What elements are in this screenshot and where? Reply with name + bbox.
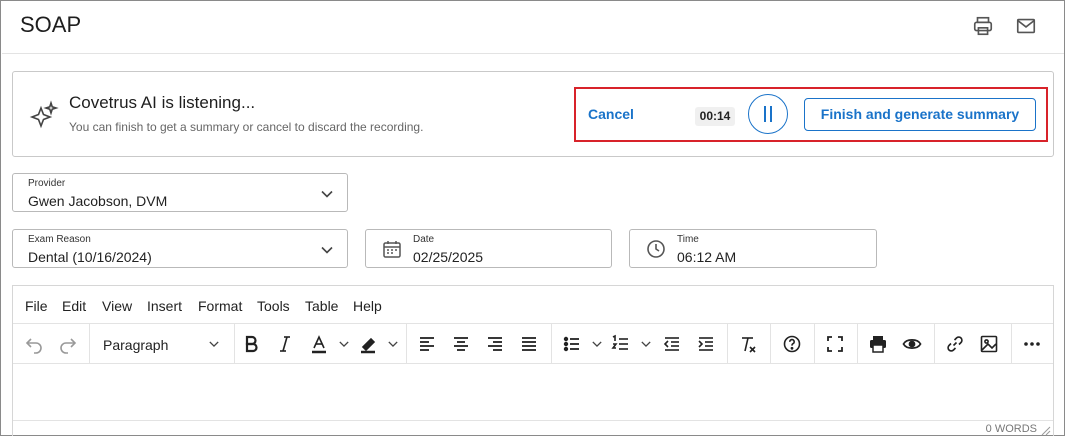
menu-edit[interactable]: Edit bbox=[62, 298, 86, 314]
preview-icon[interactable] bbox=[900, 332, 924, 356]
italic-icon[interactable] bbox=[273, 332, 297, 356]
resize-handle-icon[interactable] bbox=[1041, 426, 1051, 436]
time-value: 06:12 AM bbox=[677, 249, 737, 265]
provider-value: Gwen Jacobson, DVM bbox=[28, 193, 168, 209]
numbered-list-icon[interactable] bbox=[609, 332, 633, 356]
recording-timer: 00:14 bbox=[695, 107, 735, 126]
page-title: SOAP bbox=[20, 12, 82, 37]
help-icon[interactable] bbox=[780, 332, 804, 356]
date-value: 02/25/2025 bbox=[413, 249, 484, 265]
clear-format-icon[interactable] bbox=[736, 332, 760, 356]
chevron-down-icon[interactable] bbox=[339, 339, 349, 349]
chevron-down-icon bbox=[321, 190, 333, 198]
finish-generate-summary-button[interactable]: Finish and generate summary bbox=[804, 98, 1036, 131]
header-bar: SOAP bbox=[2, 2, 1064, 54]
indent-icon[interactable] bbox=[694, 332, 718, 356]
undo-icon[interactable] bbox=[22, 332, 46, 356]
align-center-icon[interactable] bbox=[449, 332, 473, 356]
align-right-icon[interactable] bbox=[483, 332, 507, 356]
soap-window: SOAP Covetrus AI is listening... You can… bbox=[0, 0, 1065, 436]
image-icon[interactable] bbox=[977, 332, 1001, 356]
ai-listening-panel: Covetrus AI is listening... You can fini… bbox=[12, 71, 1054, 157]
provider-select[interactable]: Provider Gwen Jacobson, DVM bbox=[12, 173, 348, 212]
cancel-button[interactable]: Cancel bbox=[588, 106, 634, 122]
menu-tools[interactable]: Tools bbox=[257, 298, 290, 314]
exam-reason-label: Exam Reason bbox=[28, 234, 91, 245]
printer-icon[interactable] bbox=[971, 14, 995, 38]
link-icon[interactable] bbox=[943, 332, 967, 356]
chevron-down-icon[interactable] bbox=[388, 339, 398, 349]
pause-button[interactable] bbox=[748, 94, 788, 134]
ai-status-subtitle: You can finish to get a summary or cance… bbox=[69, 120, 424, 134]
text-color-icon[interactable] bbox=[307, 332, 331, 356]
chevron-down-icon bbox=[209, 341, 219, 348]
editor-content-area[interactable] bbox=[13, 365, 1053, 420]
date-field[interactable]: Date 02/25/2025 bbox=[365, 229, 612, 268]
more-icon[interactable] bbox=[1020, 332, 1044, 356]
outdent-icon[interactable] bbox=[660, 332, 684, 356]
clock-icon bbox=[647, 240, 665, 258]
editor-menubar: File Edit View Insert Format Tools Table… bbox=[13, 286, 1053, 324]
menu-view[interactable]: View bbox=[102, 298, 132, 314]
menu-help[interactable]: Help bbox=[353, 298, 382, 314]
menu-format[interactable]: Format bbox=[198, 298, 242, 314]
block-format-select[interactable]: Paragraph bbox=[93, 332, 223, 356]
word-count: 0 WORDS bbox=[985, 423, 1037, 435]
ai-status-title: Covetrus AI is listening... bbox=[69, 93, 256, 112]
redo-icon[interactable] bbox=[56, 332, 80, 356]
exam-reason-select[interactable]: Exam Reason Dental (10/16/2024) bbox=[12, 229, 348, 268]
editor-toolbar: Paragraph bbox=[13, 324, 1053, 364]
sparkle-icon bbox=[29, 100, 59, 129]
chevron-down-icon[interactable] bbox=[641, 339, 651, 349]
date-label: Date bbox=[413, 234, 435, 245]
align-left-icon[interactable] bbox=[415, 332, 439, 356]
time-label: Time bbox=[677, 234, 699, 245]
rich-text-editor: File Edit View Insert Format Tools Table… bbox=[12, 285, 1054, 436]
menu-file[interactable]: File bbox=[25, 298, 48, 314]
block-format-value: Paragraph bbox=[103, 337, 169, 353]
print-icon[interactable] bbox=[866, 332, 890, 356]
fullscreen-icon[interactable] bbox=[823, 332, 847, 356]
time-field[interactable]: Time 06:12 AM bbox=[629, 229, 877, 268]
menu-insert[interactable]: Insert bbox=[147, 298, 182, 314]
menu-table[interactable]: Table bbox=[305, 298, 338, 314]
chevron-down-icon[interactable] bbox=[592, 339, 602, 349]
editor-statusbar: 0 WORDS bbox=[13, 420, 1053, 436]
provider-label: Provider bbox=[28, 178, 66, 189]
mail-icon[interactable] bbox=[1014, 14, 1038, 38]
pause-icon bbox=[764, 106, 766, 122]
justify-icon[interactable] bbox=[517, 332, 541, 356]
calendar-icon bbox=[383, 241, 401, 258]
bullet-list-icon[interactable] bbox=[560, 332, 584, 356]
highlight-icon[interactable] bbox=[356, 332, 380, 356]
exam-reason-value: Dental (10/16/2024) bbox=[28, 249, 152, 265]
bold-icon[interactable] bbox=[239, 332, 263, 356]
chevron-down-icon bbox=[321, 246, 333, 254]
